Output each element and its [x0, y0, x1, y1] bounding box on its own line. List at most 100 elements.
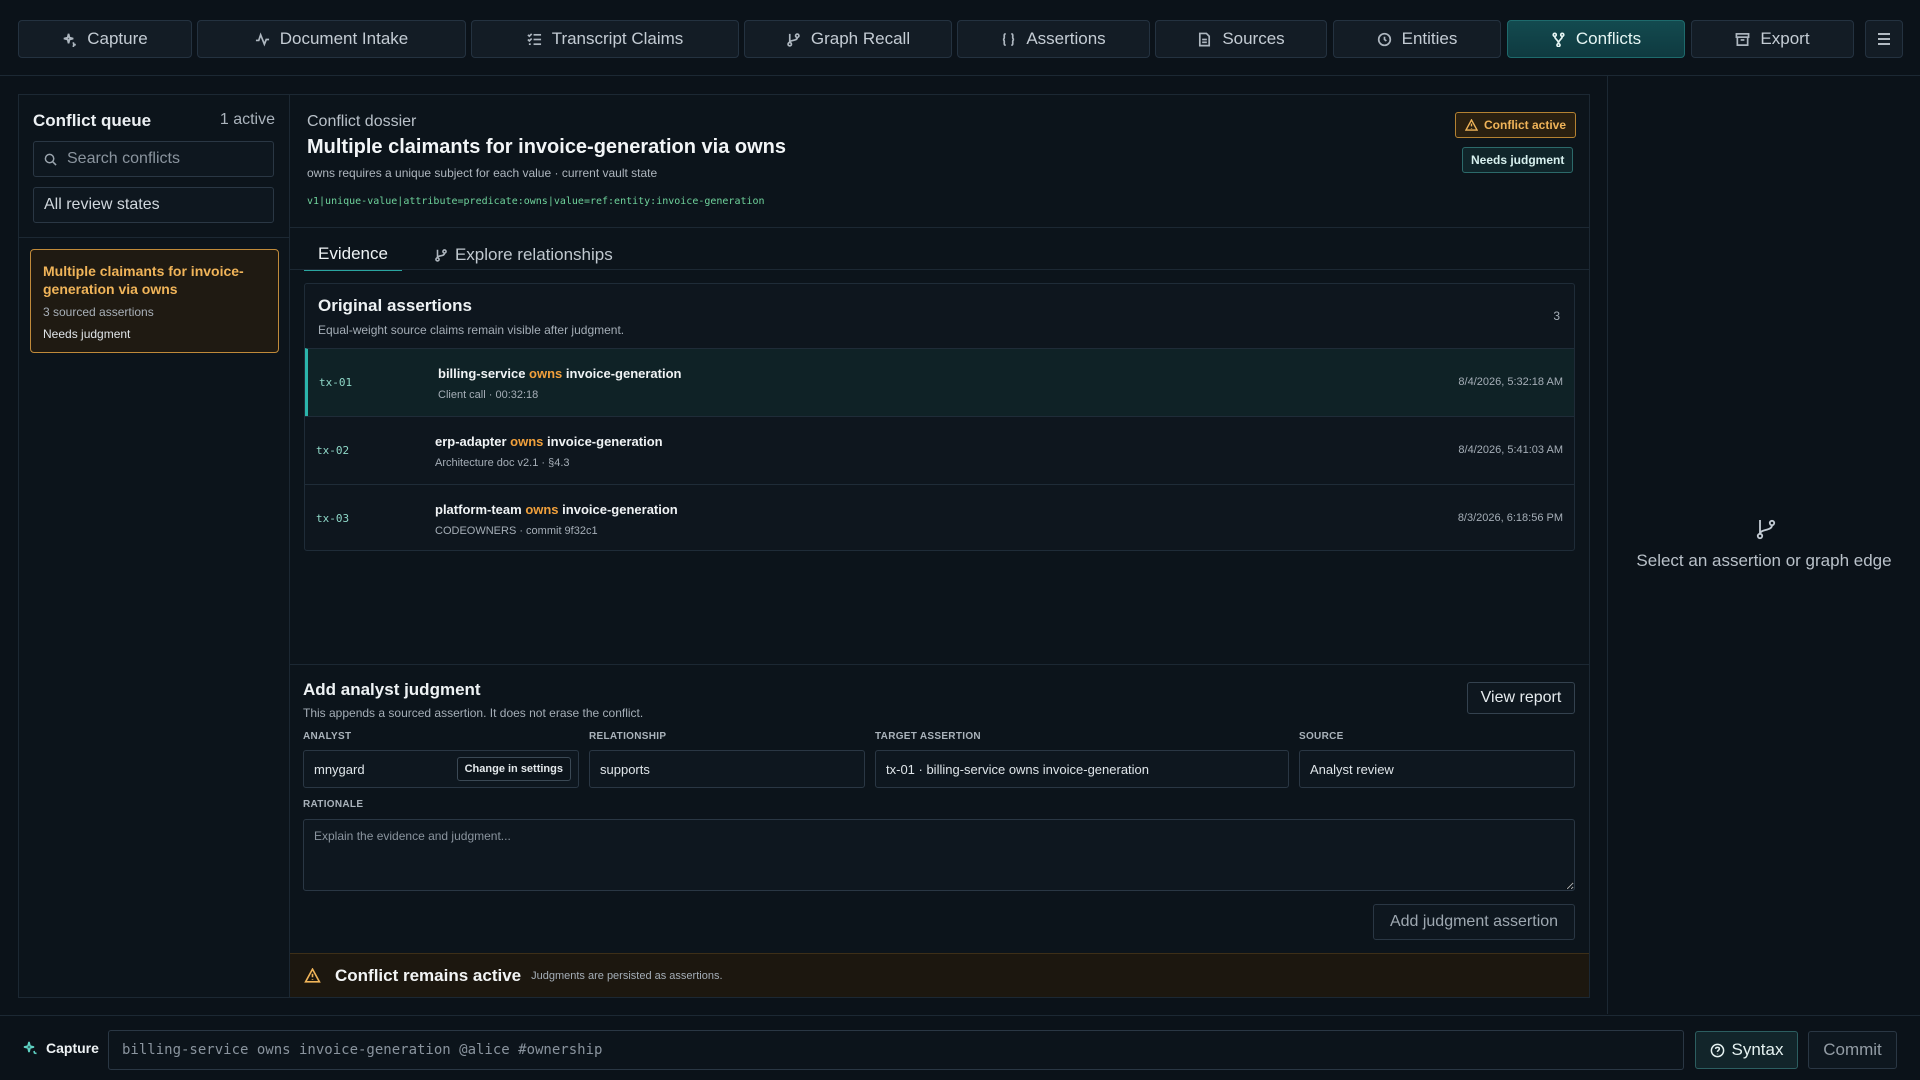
analyst-field: mnygard Change in settings	[303, 750, 579, 788]
tab-sources[interactable]: Sources	[1155, 20, 1327, 58]
archive-icon	[1735, 32, 1750, 46]
hamburger-icon	[1878, 33, 1890, 45]
conflict-active-badge: Conflict active	[1455, 112, 1577, 138]
tab-graph-recall[interactable]: Graph Recall	[744, 20, 952, 58]
assertion-predicate: owns	[525, 502, 559, 517]
sparkle-icon	[63, 33, 77, 47]
conflict-status-banner: Conflict remains active Judgments are pe…	[290, 953, 1589, 997]
dossier-label: Conflict dossier	[307, 113, 417, 130]
git-branch-icon	[787, 32, 800, 47]
sidebar-header: Conflict queue 1 active	[33, 111, 275, 131]
judgment-divider	[290, 664, 1589, 665]
assertion-row[interactable]: tx-02 erp-adapter owns invoice-generatio…	[305, 416, 1574, 484]
search-icon	[44, 153, 57, 166]
target-assertion-select[interactable]: tx-01 · billing-service owns invoice-gen…	[875, 750, 1289, 788]
review-state-value: All review states	[44, 196, 160, 213]
tabs-divider	[290, 269, 1589, 270]
tab-document-intake[interactable]: Document Intake	[197, 20, 466, 58]
tab-label: Transcript Claims	[551, 29, 684, 48]
target-assertion-value: tx-01 · billing-service owns invoice-gen…	[886, 761, 1150, 777]
rationale-label: RATIONALE	[303, 799, 364, 810]
tab-label: Export	[1760, 29, 1810, 48]
circle-icon	[1377, 32, 1391, 46]
source-field[interactable]: Analyst review	[1299, 750, 1575, 788]
needs-judgment-badge: Needs judgment	[1462, 147, 1574, 173]
analyst-value: mnygard	[314, 761, 365, 777]
assertion-row[interactable]: tx-03 platform-team owns invoice-generat…	[305, 484, 1574, 552]
capture-label: Capture	[22, 1040, 99, 1056]
tab-conflicts[interactable]: Conflicts	[1507, 20, 1685, 58]
conflict-queue-item[interactable]: Multiple claimants for invoice-generatio…	[30, 249, 279, 353]
activity-icon	[255, 31, 269, 46]
assertion-predicate: owns	[510, 434, 544, 449]
judgment-title: Add analyst judgment	[303, 680, 481, 699]
active-count: 1 active	[219, 111, 275, 128]
view-report-button[interactable]: View report	[1467, 682, 1575, 714]
assertion-timestamp: 8/4/2026, 5:32:18 AM	[1458, 376, 1563, 388]
conflict-dossier-panel: Conflict dossier Multiple claimants for …	[289, 94, 1590, 998]
assertion-id: tx-02	[316, 444, 350, 457]
tab-explore-relationships[interactable]: Explore relationships	[420, 239, 627, 271]
assertion-claim: erp-adapter owns invoice-generation	[435, 434, 663, 449]
relationship-value: supports	[600, 761, 650, 777]
sidebar-title: Conflict queue	[33, 111, 152, 130]
relationship-select[interactable]: supports	[589, 750, 865, 788]
queue-item-subtitle: 3 sourced assertions	[43, 305, 154, 319]
conflict-active-label: Conflict active	[1484, 118, 1567, 132]
tab-explore-label: Explore relationships	[454, 245, 613, 264]
queue-item-state: Needs judgment	[43, 327, 131, 341]
assertion-id: tx-03	[316, 512, 350, 525]
warning-icon	[1465, 119, 1478, 131]
capture-bar: Capture Syntax Commit	[0, 1015, 1920, 1080]
search-box[interactable]	[33, 141, 274, 177]
add-judgment-assertion-button[interactable]: Add judgment assertion	[1373, 904, 1575, 940]
tab-entities[interactable]: Entities	[1333, 20, 1501, 58]
tab-label: Document Intake	[279, 29, 409, 48]
commit-button[interactable]: Commit	[1808, 1031, 1897, 1069]
capture-label-text: Capture	[46, 1040, 99, 1056]
assertions-title: Original assertions	[318, 296, 472, 315]
tab-evidence-label: Evidence	[318, 244, 388, 263]
tab-label: Assertions	[1026, 29, 1106, 48]
tab-capture[interactable]: Capture	[18, 20, 192, 58]
tab-transcript-claims[interactable]: Transcript Claims	[471, 20, 739, 58]
assertion-subject: erp-adapter	[435, 434, 507, 449]
assertion-claim: platform-team owns invoice-generation	[435, 502, 678, 517]
analyst-label: ANALYST	[303, 731, 352, 742]
target-assertion-label: TARGET ASSERTION	[875, 731, 981, 742]
file-icon	[1199, 32, 1211, 46]
rationale-textarea[interactable]	[303, 819, 1575, 891]
capture-input[interactable]	[108, 1030, 1684, 1070]
review-state-filter[interactable]: All review states	[33, 187, 274, 223]
assertion-object: invoice-generation	[565, 366, 682, 381]
change-in-settings-button[interactable]: Change in settings	[456, 757, 571, 781]
assertion-claim: billing-service owns invoice-generation	[438, 366, 681, 381]
assertion-timestamp: 8/4/2026, 5:41:03 AM	[1458, 444, 1563, 456]
dossier-title: Multiple claimants for invoice-generatio…	[307, 136, 786, 158]
git-fork-icon	[1552, 31, 1565, 47]
assertions-count: 3	[1553, 309, 1560, 323]
tab-export[interactable]: Export	[1691, 20, 1854, 58]
tab-assertions[interactable]: Assertions	[957, 20, 1150, 58]
dossier-tabs: Evidence Explore relationships	[304, 239, 627, 271]
source-label: SOURCE	[1299, 731, 1344, 742]
help-circle-icon	[1710, 1043, 1724, 1057]
search-input[interactable]	[67, 150, 257, 168]
braces-icon	[1002, 32, 1015, 46]
git-branch-icon	[1756, 519, 1776, 540]
assertion-object: invoice-generation	[562, 502, 678, 517]
conflict-key: v1|unique-value|attribute=predicate:owns…	[307, 196, 765, 207]
tab-label: Sources	[1222, 29, 1285, 48]
tab-evidence[interactable]: Evidence	[304, 239, 402, 271]
tab-label: Conflicts	[1575, 29, 1642, 48]
assertion-row[interactable]: tx-01 billing-service owns invoice-gener…	[305, 348, 1574, 416]
detail-empty-state: Select an assertion or graph edge	[1636, 551, 1892, 570]
menu-button[interactable]	[1865, 20, 1903, 58]
sidebar-divider	[19, 237, 289, 238]
needs-judgment-label: Needs judgment	[1471, 153, 1565, 167]
assertion-source: Client call · 00:32:18	[438, 389, 539, 401]
assertions-subtitle: Equal-weight source claims remain visibl…	[318, 323, 625, 337]
queue-item-title: Multiple claimants for invoice-generatio…	[43, 263, 244, 297]
syntax-button[interactable]: Syntax	[1695, 1031, 1798, 1069]
header-divider	[290, 227, 1589, 228]
